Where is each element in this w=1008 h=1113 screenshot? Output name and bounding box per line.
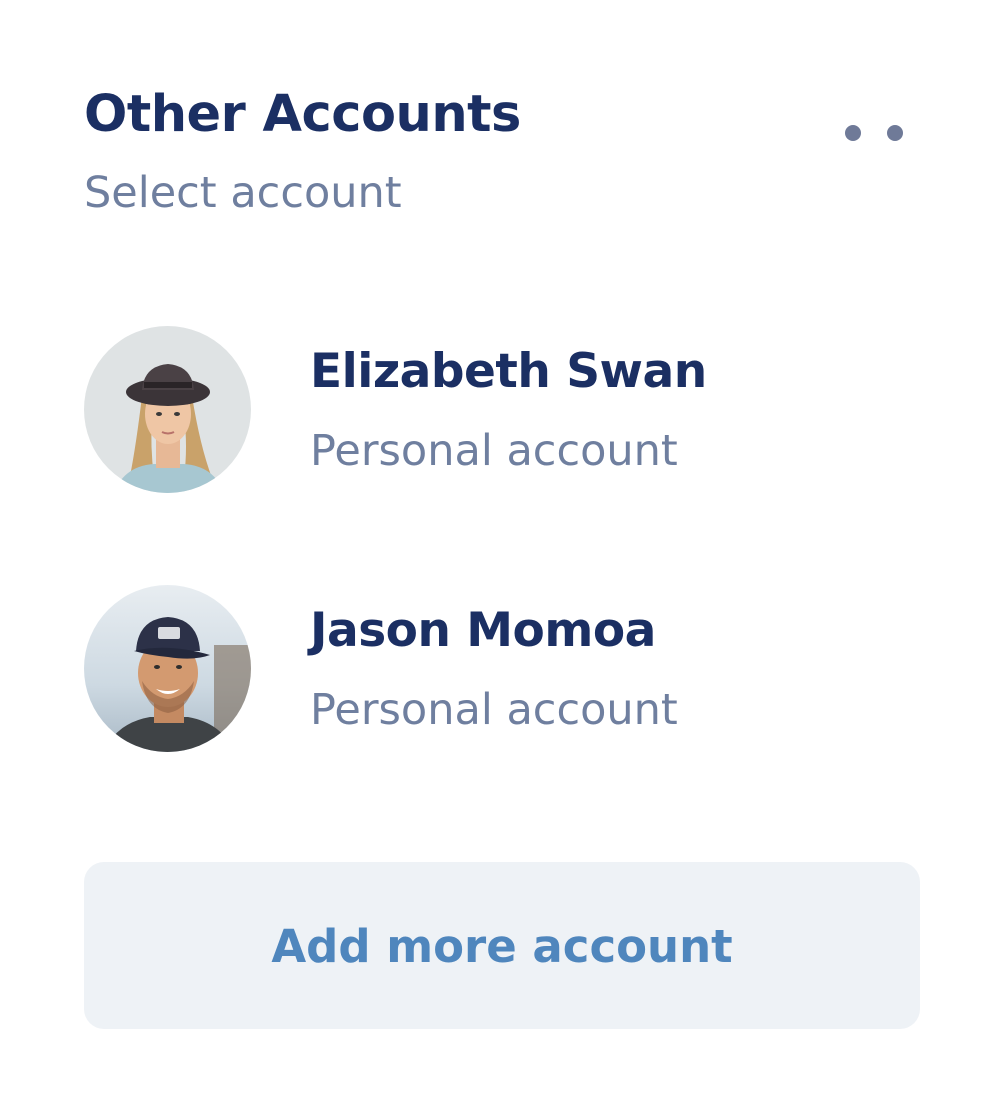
account-type: Personal account [310, 426, 678, 476]
avatar-woman-hat-icon [84, 326, 251, 493]
avatar [84, 585, 251, 752]
page-title: Other Accounts [84, 85, 521, 144]
page-subtitle: Select account [84, 168, 402, 218]
account-type: Personal account [310, 685, 678, 735]
more-dots-icon [887, 125, 903, 141]
avatar [84, 326, 251, 493]
more-options-button[interactable] [832, 110, 922, 156]
add-more-account-button[interactable]: Add more account [84, 862, 920, 1029]
add-more-account-label: Add more account [271, 920, 733, 973]
avatar-man-cap-icon [84, 585, 251, 752]
account-name: Elizabeth Swan [310, 344, 707, 399]
account-item-jason-momoa[interactable]: Jason Momoa Personal account [84, 585, 924, 753]
more-dots-icon [845, 125, 861, 141]
account-item-elizabeth-swan[interactable]: Elizabeth Swan Personal account [84, 326, 924, 494]
accounts-card: Other Accounts Select account Elizabeth … [0, 0, 1008, 1113]
account-name: Jason Momoa [310, 603, 656, 658]
